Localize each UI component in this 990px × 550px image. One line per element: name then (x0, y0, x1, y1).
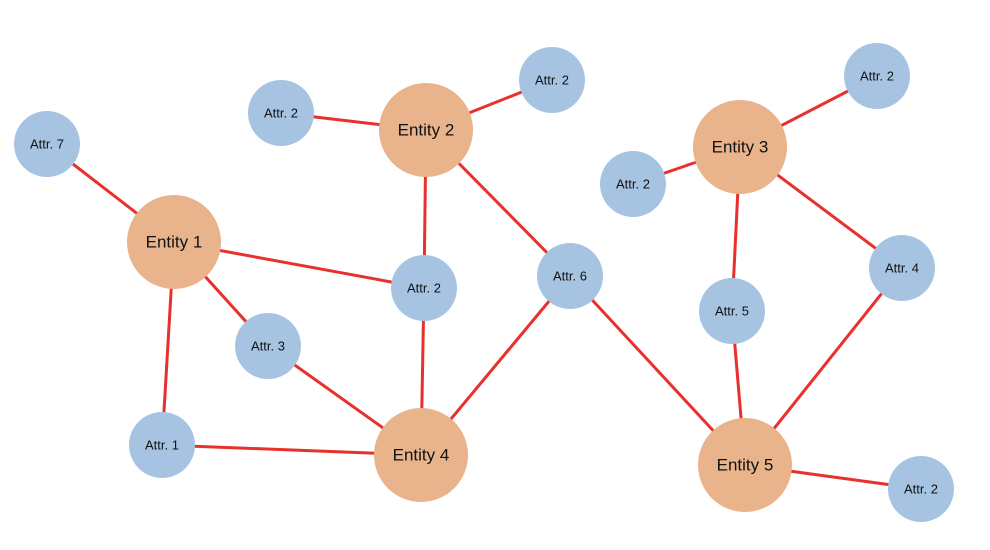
attribute-node-a1: Attr. 1 (129, 412, 195, 478)
node-label: Entity 1 (146, 233, 203, 252)
node-label: Entity 5 (717, 456, 774, 475)
attribute-node-a7: Attr. 7 (14, 111, 80, 177)
entity-attribute-graph: Entity 1 Entity 2 Entity 3 Entity 4 Entity 5… (14, 43, 954, 522)
attribute-node-a2_mid: Attr. 2 (391, 255, 457, 321)
entity-node-e4: Entity 4 (374, 408, 468, 502)
entity-node-e1: Entity 1 (127, 195, 221, 289)
attribute-node-a2_br: Attr. 2 (888, 456, 954, 522)
entity-node-e5: Entity 5 (698, 418, 792, 512)
node-label: Attr. 2 (535, 73, 569, 88)
node-label: Entity 2 (398, 121, 455, 140)
node-label: Attr. 2 (407, 281, 441, 296)
node-label: Entity 4 (393, 446, 450, 465)
node-label: Attr. 5 (715, 304, 749, 319)
attribute-node-a2_tr: Attr. 2 (844, 43, 910, 109)
node-label: Attr. 2 (904, 482, 938, 497)
attribute-node-a6: Attr. 6 (537, 243, 603, 309)
node-label: Attr. 2 (616, 177, 650, 192)
node-label: Entity 3 (712, 138, 769, 157)
attribute-node-a3: Attr. 3 (235, 313, 301, 379)
node-label: Attr. 3 (251, 339, 285, 354)
entity-node-e2: Entity 2 (379, 83, 473, 177)
attribute-node-a4: Attr. 4 (869, 235, 935, 301)
entity-node-e3: Entity 3 (693, 100, 787, 194)
attribute-node-a2_tl: Attr. 2 (248, 80, 314, 146)
node-label: Attr. 6 (553, 269, 587, 284)
node-label: Attr. 2 (860, 69, 894, 84)
attribute-node-a5: Attr. 5 (699, 278, 765, 344)
node-label: Attr. 2 (264, 106, 298, 121)
node-label: Attr. 1 (145, 438, 179, 453)
nodes-layer: Entity 1 Entity 2 Entity 3 Entity 4 Entity 5… (14, 43, 954, 522)
node-label: Attr. 7 (30, 137, 64, 152)
attribute-node-a2_e3l: Attr. 2 (600, 151, 666, 217)
node-label: Attr. 4 (885, 261, 919, 276)
attribute-node-a2_tm: Attr. 2 (519, 47, 585, 113)
